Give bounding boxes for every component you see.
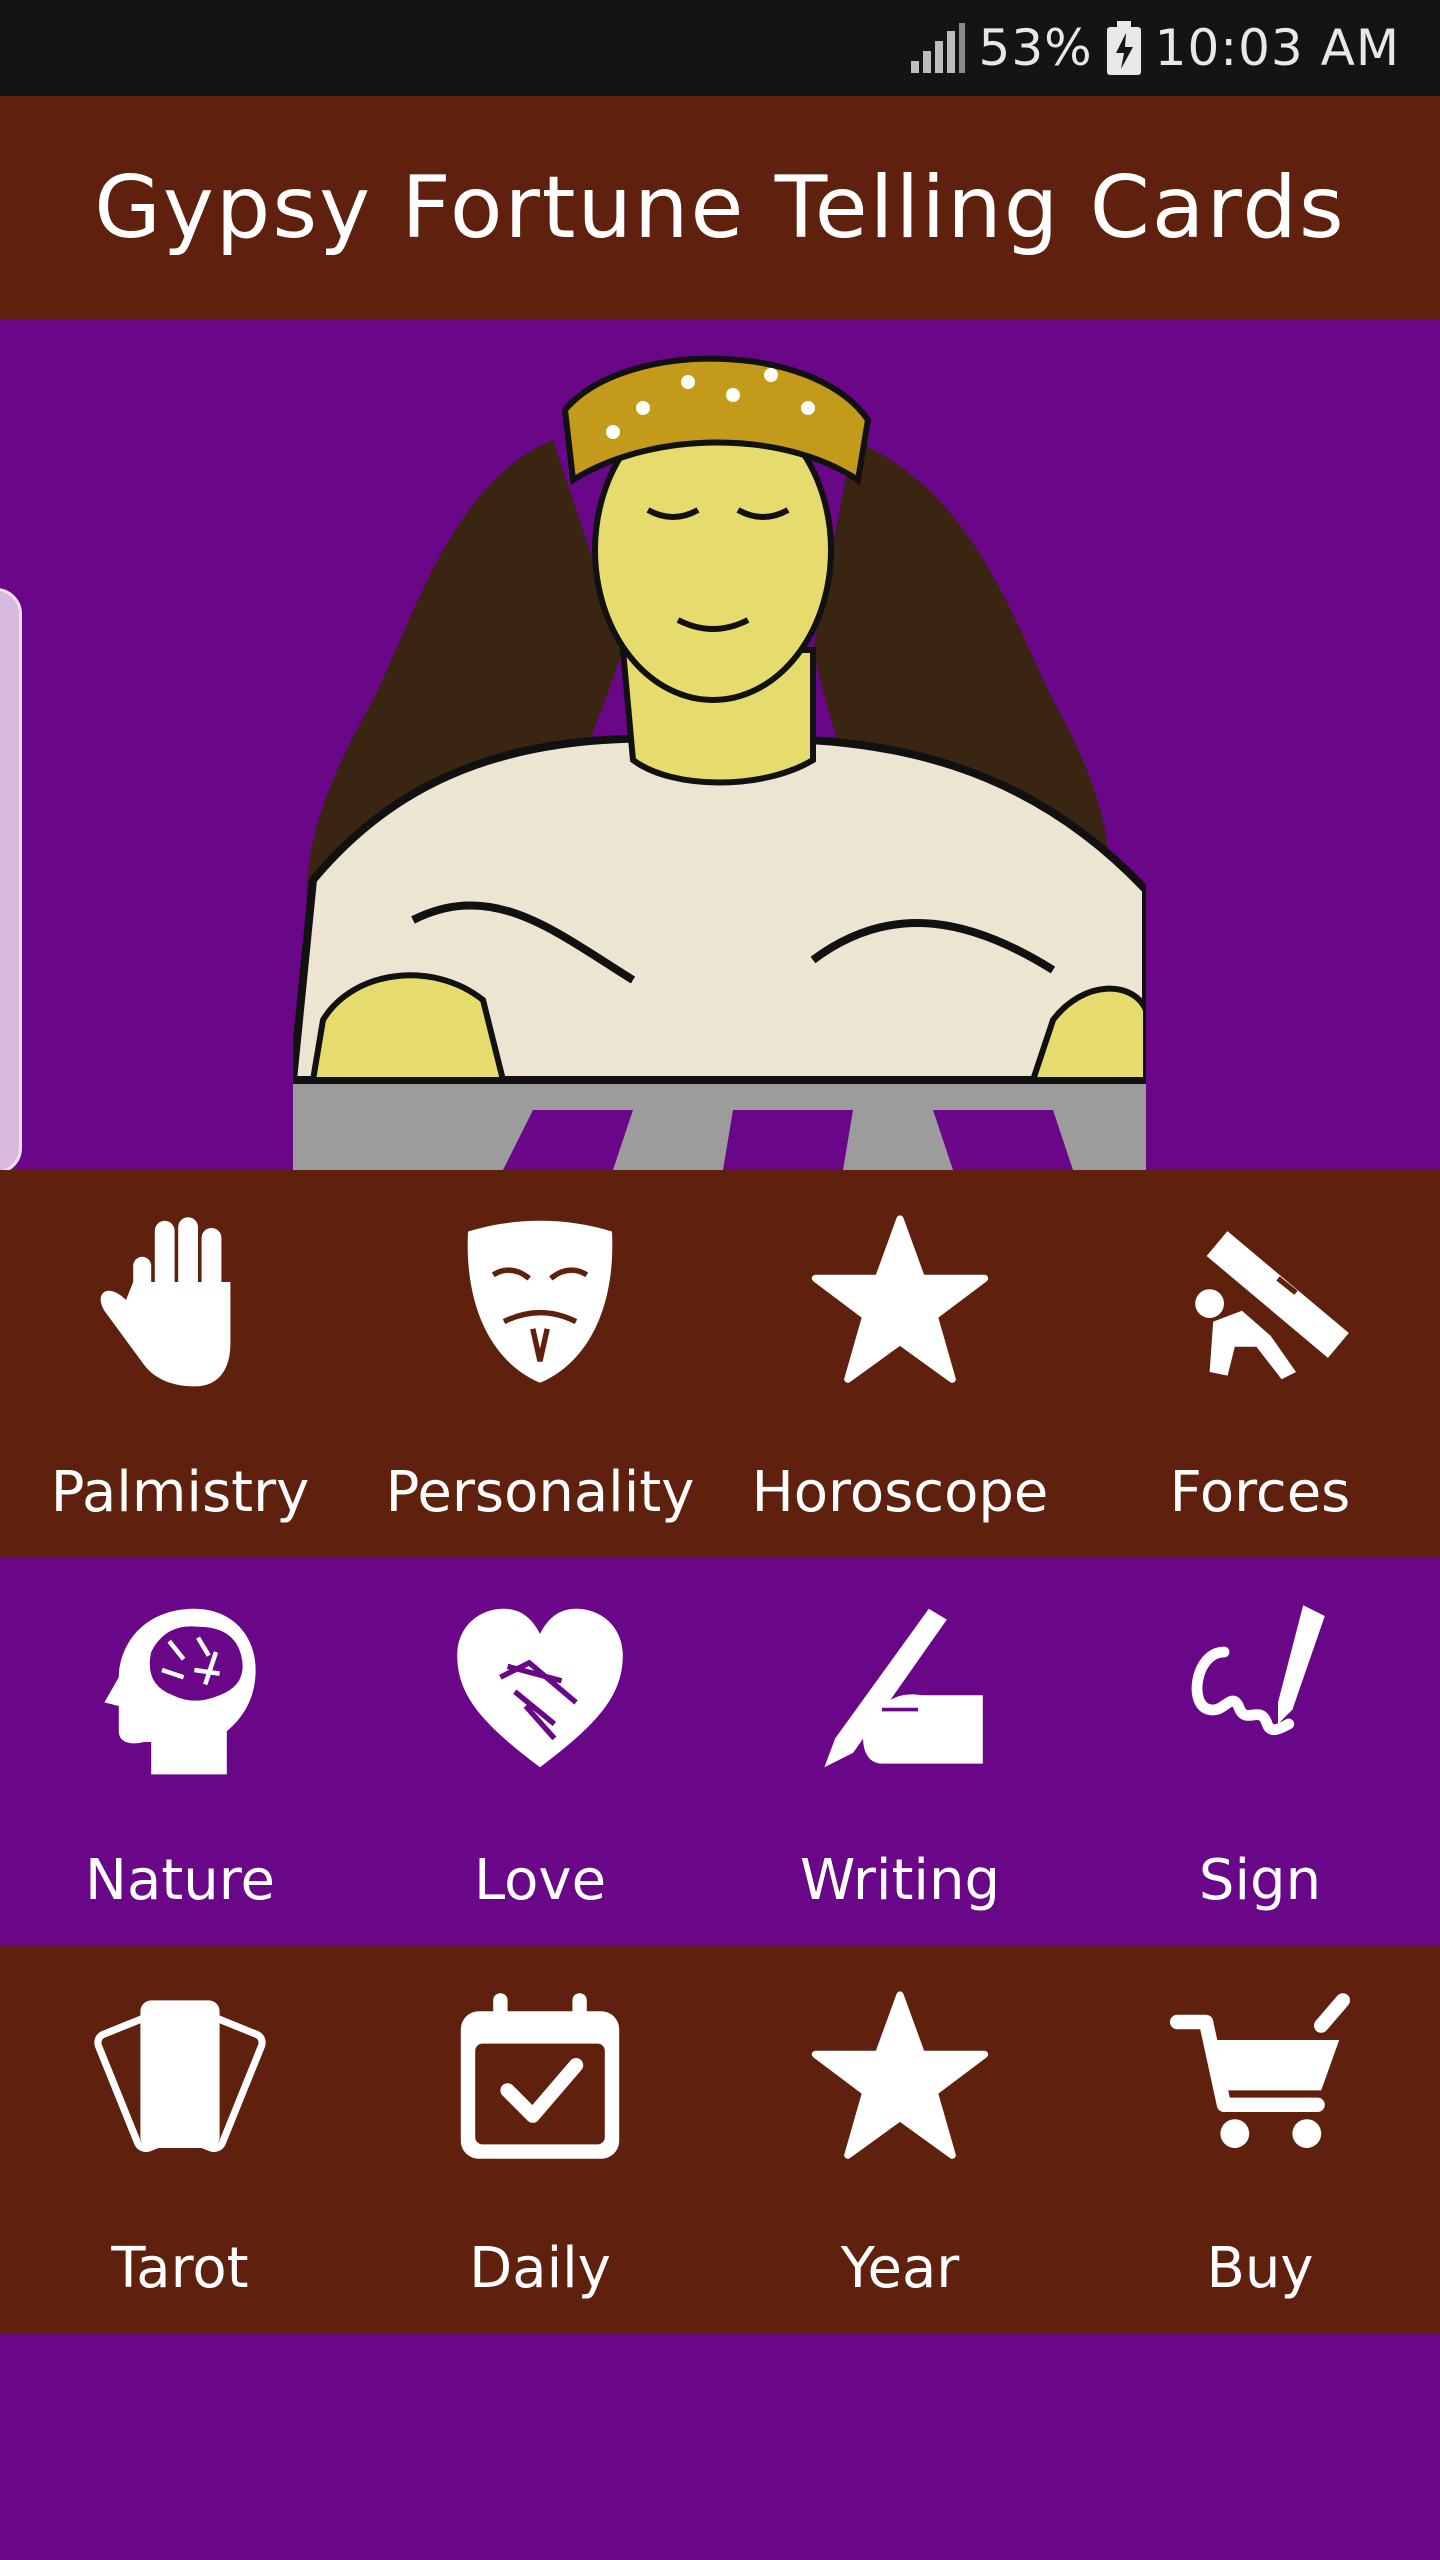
bottom-filler <box>0 2334 1440 2560</box>
menu-label-buy: Buy <box>1206 2236 1314 2301</box>
signal-icon <box>910 23 965 73</box>
signature-pen-icon <box>1191 1605 1325 1736</box>
menu-item-horoscope[interactable]: Horoscope <box>720 1170 1080 1558</box>
hero-section <box>0 320 1440 1174</box>
menu-row-3: Tarot Daily Year Buy <box>0 1946 1440 2334</box>
app-title: Gypsy Fortune Telling Cards <box>94 158 1346 258</box>
app-header: Gypsy Fortune Telling Cards <box>0 96 1440 320</box>
menu-label-personality: Personality <box>385 1460 695 1525</box>
heart-handshake-icon <box>457 1608 623 1768</box>
writing-hand-icon <box>824 1608 983 1768</box>
menu-label-daily: Daily <box>469 2236 611 2301</box>
calendar-check-icon <box>460 1993 620 2159</box>
hand-icon <box>100 1217 231 1387</box>
menu-label-writing: Writing <box>800 1848 1000 1913</box>
menu-item-buy[interactable]: Buy <box>1080 1946 1440 2334</box>
menu-label-tarot: Tarot <box>111 2236 249 2301</box>
side-drawer-handle[interactable] <box>0 588 22 1174</box>
mask-icon <box>467 1220 613 1383</box>
cards-icon <box>94 2000 266 2153</box>
menu-label-forces: Forces <box>1169 1460 1351 1525</box>
fortune-teller-illustration <box>293 355 1146 1170</box>
menu-item-forces[interactable]: Forces <box>1080 1170 1440 1558</box>
menu-item-nature[interactable]: Nature <box>0 1558 360 1946</box>
menu-row-1: Palmistry Personality Horoscope Forces <box>0 1170 1440 1558</box>
menu-item-writing[interactable]: Writing <box>720 1558 1080 1946</box>
battery-charging-icon <box>1106 21 1141 75</box>
battery-percent: 53% <box>978 19 1093 77</box>
menu-label-love: Love <box>473 1848 607 1913</box>
menu-item-daily[interactable]: Daily <box>360 1946 720 2334</box>
menu-item-sign[interactable]: Sign <box>1080 1558 1440 1946</box>
clock: 10:03 AM <box>1154 19 1400 77</box>
forces-icon <box>1195 1231 1349 1380</box>
cart-icon <box>1170 1993 1350 2148</box>
menu-label-palmistry: Palmistry <box>50 1460 310 1525</box>
menu-row-2: Nature Love Writing Sign <box>0 1558 1440 1946</box>
star-icon <box>811 1215 989 1383</box>
menu-label-horoscope: Horoscope <box>751 1460 1049 1525</box>
status-bar: 53% 10:03 AM <box>0 0 1440 96</box>
brain-head-icon <box>104 1608 256 1775</box>
menu-item-tarot[interactable]: Tarot <box>0 1946 360 2334</box>
menu-label-year: Year <box>840 2236 960 2301</box>
star-icon <box>811 1991 989 2159</box>
menu-item-palmistry[interactable]: Palmistry <box>0 1170 360 1558</box>
menu-label-nature: Nature <box>85 1848 275 1913</box>
menu-item-personality[interactable]: Personality <box>360 1170 720 1558</box>
menu-label-sign: Sign <box>1198 1848 1322 1913</box>
menu-item-love[interactable]: Love <box>360 1558 720 1946</box>
menu-item-year[interactable]: Year <box>720 1946 1080 2334</box>
